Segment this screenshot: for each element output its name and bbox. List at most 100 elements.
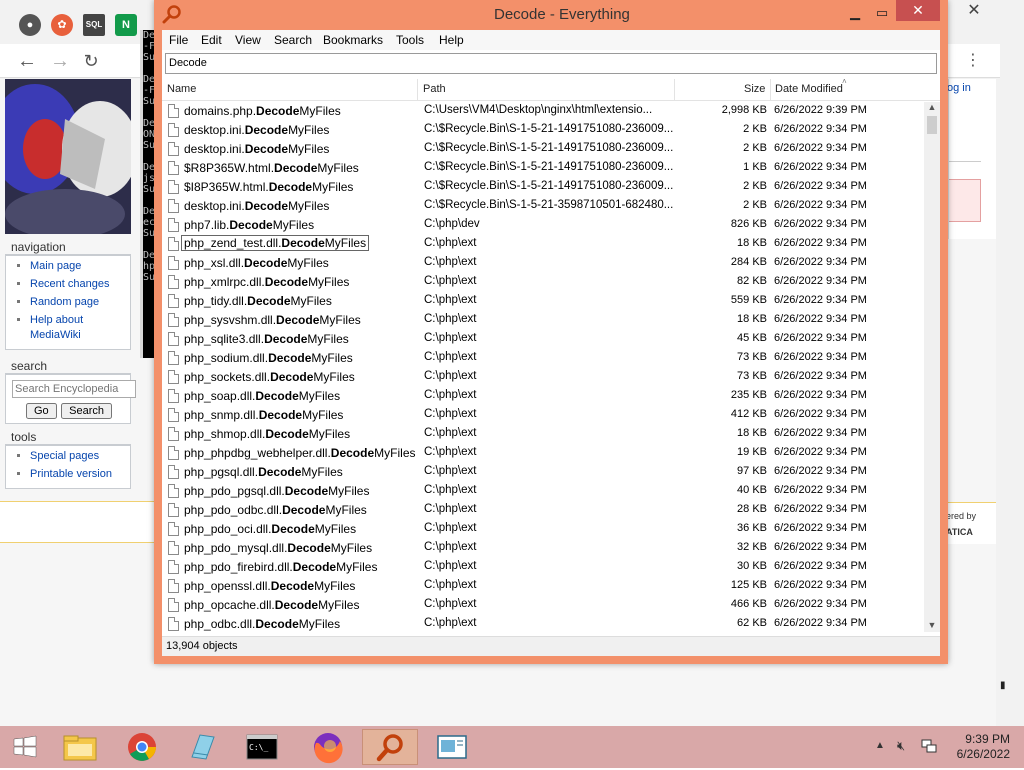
result-row[interactable]: php_xsl.dll.DecodeMyFiles C:\php\ext 284 K… [162, 254, 924, 273]
sql-icon[interactable]: SQL [83, 14, 105, 36]
system-clock[interactable]: 9:39 PM 6/26/2022 [940, 732, 1010, 762]
everything-app-icon [162, 4, 182, 24]
result-row[interactable]: $R8P365W.html.DecodeMyFiles C:\$Recycle.B… [162, 159, 924, 178]
start-button[interactable] [2, 729, 48, 765]
scrollbar-thumb[interactable] [927, 116, 937, 134]
firefox-icon[interactable] [300, 729, 356, 765]
result-row[interactable]: php_sodium.dll.DecodeMyFiles C:\php\ext 73… [162, 349, 924, 368]
column-header-size[interactable]: Size [744, 83, 765, 95]
result-row[interactable]: php_xmlrpc.dll.DecodeMyFiles C:\php\ext 82… [162, 273, 924, 292]
file-name: php_tidy.dll.DecodeMyFiles [184, 294, 332, 308]
nav-link-recent-changes[interactable]: Recent changes [30, 277, 126, 292]
reload-icon[interactable]: ↻ [78, 49, 104, 73]
result-row[interactable]: php_openssl.dll.DecodeMyFiles C:\php\ext 1… [162, 577, 924, 596]
result-row[interactable]: php_tidy.dll.DecodeMyFiles C:\php\ext 559 … [162, 292, 924, 311]
nav-link-main-page[interactable]: Main page [30, 259, 126, 274]
result-row[interactable]: php_sysvshm.dll.DecodeMyFiles C:\php\ext 1… [162, 311, 924, 330]
result-row[interactable]: php_zend_test.dll.DecodeMyFiles C:\php\ex… [162, 235, 924, 254]
column-divider[interactable] [417, 79, 418, 101]
file-size: 97 KB [737, 465, 767, 477]
maple-icon[interactable]: ✿ [51, 14, 73, 36]
forward-arrow-icon[interactable]: → [47, 49, 73, 73]
wiki-logo-image[interactable] [5, 79, 131, 234]
result-row[interactable]: desktop.ini.DecodeMyFiles C:\$Recycle.Bin… [162, 197, 924, 216]
document-icon[interactable] [424, 729, 480, 765]
powered-by-badge[interactable]: ered by ATICA [940, 502, 996, 544]
file-icon [168, 104, 179, 118]
column-divider[interactable] [674, 79, 675, 101]
result-row[interactable]: domains.php.DecodeMyFiles C:\Users\VM4\De… [162, 102, 924, 121]
result-row[interactable]: php_sockets.dll.DecodeMyFiles C:\php\ext 7… [162, 368, 924, 387]
menu-help[interactable]: Help [439, 33, 464, 47]
result-row[interactable]: php_snmp.dll.DecodeMyFiles C:\php\ext 412 … [162, 406, 924, 425]
result-row[interactable]: $I8P365W.html.DecodeMyFiles C:\$Recycle.B… [162, 178, 924, 197]
file-name: php_pdo_pgsql.dll.DecodeMyFiles [184, 484, 370, 498]
search-input[interactable]: Decode [165, 53, 937, 74]
result-row[interactable]: php_odbc.dll.DecodeMyFiles C:\php\ext 62 K… [162, 615, 924, 632]
result-row[interactable]: php7.lib.DecodeMyFiles C:\php\dev 826 KB 6/… [162, 216, 924, 235]
column-header-date-modified[interactable]: Date Modified [775, 83, 843, 95]
notepad-icon[interactable] [174, 729, 230, 765]
menu-search[interactable]: Search [274, 33, 312, 47]
chrome-icon[interactable] [114, 729, 170, 765]
scroll-up-arrow-icon[interactable]: ▲ [924, 102, 940, 112]
login-link[interactable]: og in [947, 82, 971, 94]
show-hidden-icons-icon[interactable]: ▲ [875, 740, 885, 751]
result-row[interactable]: php_pdo_odbc.dll.DecodeMyFiles C:\php\ext… [162, 501, 924, 520]
file-name: php_pdo_mysql.dll.DecodeMyFiles [184, 541, 373, 555]
scroll-down-arrow-icon[interactable]: ▼ [924, 620, 940, 630]
file-name: desktop.ini.DecodeMyFiles [184, 142, 330, 156]
result-row[interactable]: desktop.ini.DecodeMyFiles C:\$Recycle.Bin… [162, 140, 924, 159]
file-icon [168, 256, 179, 270]
everything-search-icon[interactable] [362, 729, 418, 765]
search-button[interactable]: Search [61, 403, 112, 419]
result-row[interactable]: php_opcache.dll.DecodeMyFiles C:\php\ext 4… [162, 596, 924, 615]
file-explorer-icon[interactable] [52, 729, 108, 765]
column-divider[interactable] [770, 79, 771, 101]
result-row[interactable]: php_phpdbg_webhelper.dll.DecodeMyFiles C:… [162, 444, 924, 463]
maximize-button[interactable]: ▭ [870, 3, 894, 23]
file-icon [168, 123, 179, 137]
menu-view[interactable]: View [235, 33, 261, 47]
file-name: php_pdo_firebird.dll.DecodeMyFiles [184, 560, 378, 574]
result-row[interactable]: php_pdo_firebird.dll.DecodeMyFiles C:\php… [162, 558, 924, 577]
result-row[interactable]: php_pdo_mysql.dll.DecodeMyFiles C:\php\ex… [162, 539, 924, 558]
network-icon[interactable] [920, 737, 938, 755]
nav-link-random-page[interactable]: Random page [30, 295, 126, 310]
tool-link-special-pages[interactable]: Special pages [30, 449, 126, 464]
wiki-search-input[interactable] [12, 380, 136, 398]
back-arrow-icon[interactable]: ← [14, 49, 40, 73]
tool-link-printable-version[interactable]: Printable version [30, 467, 126, 482]
web-icon[interactable]: ● [19, 14, 41, 36]
minimize-button[interactable]: ▁ [844, 3, 866, 23]
file-date-modified: 6/26/2022 9:34 PM [774, 389, 867, 401]
column-header-name[interactable]: Name [167, 83, 196, 95]
volume-muted-icon[interactable]: 🔇︎ [897, 738, 905, 754]
go-button[interactable]: Go [26, 403, 57, 419]
nginx-icon[interactable]: N [115, 14, 137, 36]
menu-file[interactable]: File [169, 33, 188, 47]
column-header-path[interactable]: Path [423, 83, 446, 95]
result-row[interactable]: php_sqlite3.dll.DecodeMyFiles C:\php\ext 4… [162, 330, 924, 349]
browser-close-button[interactable]: ✕ [951, 0, 997, 22]
result-row[interactable]: php_pdo_pgsql.dll.DecodeMyFiles C:\php\ex… [162, 482, 924, 501]
result-row[interactable]: php_pgsql.dll.DecodeMyFiles C:\php\ext 97 … [162, 463, 924, 482]
file-date-modified: 6/26/2022 9:34 PM [774, 161, 867, 173]
menu-tools[interactable]: Tools [396, 33, 424, 47]
nav-link-help[interactable]: Help about MediaWiki [30, 313, 126, 343]
navigation-heading: navigation [5, 239, 131, 255]
menu-edit[interactable]: Edit [201, 33, 222, 47]
column-headers: Name Path Size Date Modified ˄ [162, 77, 940, 101]
result-row[interactable]: php_soap.dll.DecodeMyFiles C:\php\ext 235 … [162, 387, 924, 406]
cmd-icon[interactable]: C:\_ [234, 729, 290, 765]
file-name: desktop.ini.DecodeMyFiles [184, 123, 330, 137]
result-row[interactable]: php_shmop.dll.DecodeMyFiles C:\php\ext 18 … [162, 425, 924, 444]
result-row[interactable]: desktop.ini.DecodeMyFiles C:\$Recycle.Bin… [162, 121, 924, 140]
menu-bookmarks[interactable]: Bookmarks [323, 33, 383, 47]
file-name: php_pdo_oci.dll.DecodeMyFiles [184, 522, 357, 536]
result-row[interactable]: php_pdo_oci.dll.DecodeMyFiles C:\php\ext 3… [162, 520, 924, 539]
close-button[interactable]: ✕ [896, 0, 940, 21]
browser-menu-icon[interactable]: ⋮ [960, 49, 986, 73]
file-name: php_odbc.dll.DecodeMyFiles [184, 617, 341, 631]
vertical-scrollbar[interactable]: ▲ ▼ [924, 102, 940, 632]
